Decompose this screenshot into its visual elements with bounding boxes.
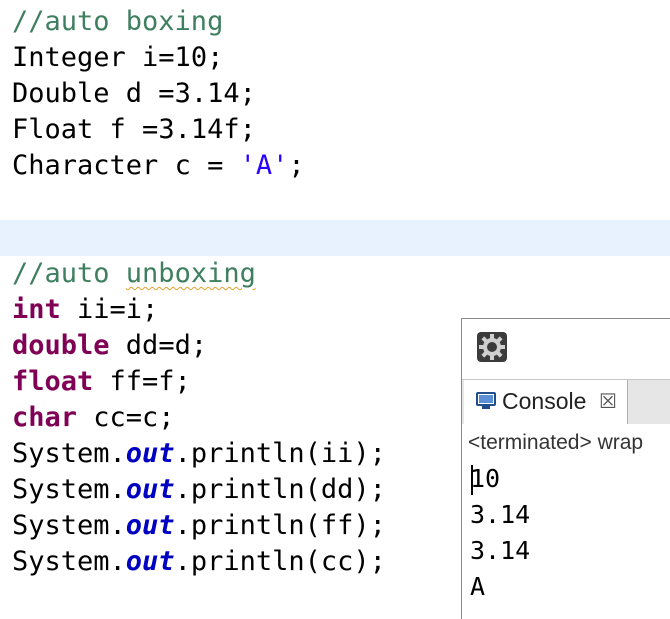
console-status: <terminated> wrap <box>468 431 644 454</box>
console-output-line: A <box>470 572 486 601</box>
code-text: .println(ii); <box>174 438 386 469</box>
code-text: System. <box>12 510 126 541</box>
cropped-code-fragment <box>345 0 645 4</box>
code-text: ; <box>288 150 305 181</box>
console-output-line: 3.14 <box>470 500 531 529</box>
console-output-line: 3.14 <box>470 536 531 565</box>
view-tab-strip: Console ☒ <box>462 379 670 424</box>
code-line-print-dd[interactable]: System.out.println(dd); <box>12 472 386 508</box>
code-line-print-cc[interactable]: System.out.println(cc); <box>12 544 386 580</box>
code-text: d =3.14; <box>125 78 256 109</box>
type-name: Double <box>12 78 126 109</box>
code-line-int[interactable]: int ii=i; <box>12 292 158 328</box>
code-text: f =3.14f; <box>109 114 256 145</box>
char-literal: 'A' <box>239 150 289 181</box>
code-text: cc=c; <box>77 402 175 433</box>
code-text: .println(cc); <box>174 546 386 577</box>
code-text: .println(ff); <box>174 510 386 541</box>
code-text: ii=i; <box>60 294 159 325</box>
console-icon <box>476 392 496 410</box>
tab-console-label: Console <box>502 388 587 414</box>
type-name: Integer <box>12 42 143 73</box>
close-icon[interactable]: ☒ <box>599 389 617 414</box>
code-text: System. <box>12 438 126 469</box>
static-field: out <box>125 546 175 577</box>
code-line-character[interactable]: Character c = 'A'; <box>12 148 305 184</box>
type-name: Character <box>12 150 175 181</box>
static-field: out <box>125 438 175 469</box>
console-view: Console ☒ <terminated> wrap 10 3.14 3.14… <box>461 318 670 619</box>
code-text: System. <box>12 546 126 577</box>
code-text: i=10; <box>142 42 224 73</box>
gear-icon[interactable] <box>476 331 508 363</box>
code-text: ff=f; <box>93 366 191 397</box>
static-field: out <box>125 474 175 505</box>
code-line-char-unbox[interactable]: char cc=c; <box>12 400 175 436</box>
console-output-line: 10 <box>470 464 501 493</box>
console-toolbar <box>462 319 670 379</box>
spelling-warning-word[interactable]: unboxing <box>126 258 256 289</box>
code-line-print-ii[interactable]: System.out.println(ii); <box>12 436 386 472</box>
keyword: float <box>12 366 94 397</box>
code-line-float-unbox[interactable]: float ff=f; <box>12 364 191 400</box>
tab-console[interactable]: Console ☒ <box>464 380 628 424</box>
code-text: dd=d; <box>109 330 208 361</box>
keyword: double <box>12 330 110 361</box>
code-text: System. <box>12 474 126 505</box>
current-line-highlight <box>0 220 670 256</box>
code-text: c = <box>174 150 240 181</box>
comment-text: //auto <box>12 258 126 289</box>
code-text: .println(dd); <box>174 474 386 505</box>
keyword: char <box>12 402 78 433</box>
code-line-float[interactable]: Float f =3.14f; <box>12 112 256 148</box>
code-line-print-ff[interactable]: System.out.println(ff); <box>12 508 386 544</box>
code-line-double-unbox[interactable]: double dd=d; <box>12 328 207 364</box>
type-name: Float <box>12 114 110 145</box>
code-line-double[interactable]: Double d =3.14; <box>12 76 256 112</box>
keyword: int <box>12 294 61 325</box>
static-field: out <box>125 510 175 541</box>
comment-auto-unboxing: //auto unboxing <box>12 256 256 292</box>
comment-auto-boxing: //auto boxing <box>12 6 224 37</box>
code-line-integer[interactable]: Integer i=10; <box>12 40 223 76</box>
